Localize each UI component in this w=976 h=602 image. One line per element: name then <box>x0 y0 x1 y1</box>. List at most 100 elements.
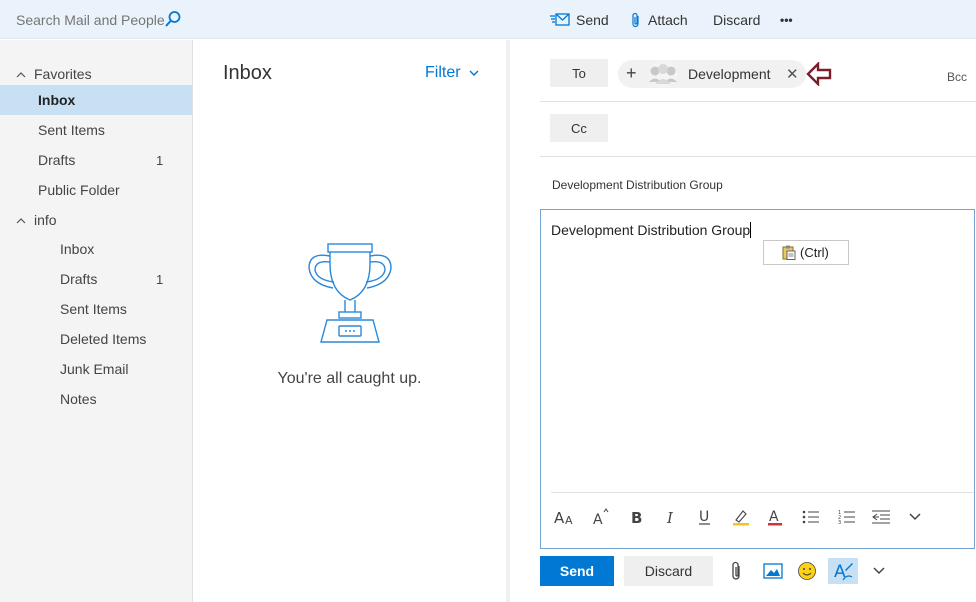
picture-icon[interactable] <box>760 558 786 584</box>
empty-state-message: You're all caught up. <box>277 370 422 387</box>
format-bar-divider <box>551 492 974 493</box>
account-label: info <box>34 212 57 228</box>
nav-item-label: Deleted Items <box>60 331 147 347</box>
nav-item-label: Inbox <box>60 241 95 257</box>
italic-icon[interactable]: I <box>659 506 683 528</box>
nav-account-notes[interactable]: Notes <box>0 384 192 414</box>
more-options-label: ••• <box>780 12 793 27</box>
decrease-indent-icon[interactable] <box>869 506 893 528</box>
nav-favorites-inbox[interactable]: Inbox <box>0 85 192 115</box>
nav-item-label: Sent Items <box>60 301 127 317</box>
font-size-icon[interactable]: AA <box>553 506 577 528</box>
nav-account-deleted-items[interactable]: Deleted Items <box>0 324 192 354</box>
nav-item-label: Sent Items <box>38 122 105 138</box>
font-color-icon[interactable]: A <box>763 506 787 528</box>
list-title: Inbox <box>223 62 272 84</box>
discard-button[interactable]: Discard <box>624 556 713 586</box>
nav-favorites-public-folder[interactable]: Public Folder <box>0 175 192 205</box>
svg-text:A: A <box>593 512 603 526</box>
toolbar-discard-button[interactable]: Discard <box>713 0 760 39</box>
top-command-bar: Search Mail and People Send Attach Disca… <box>0 0 976 39</box>
unread-count: 1 <box>156 271 164 287</box>
paste-options-label: (Ctrl) <box>800 245 829 260</box>
message-list: Inbox Filter You're all caught up. <box>193 40 506 602</box>
toolbar-discard-label: Discard <box>713 11 761 28</box>
unread-count: 1 <box>156 152 164 168</box>
nav-account-inbox[interactable]: Inbox <box>0 234 192 264</box>
svg-text:A: A <box>769 509 779 525</box>
left-arrow-icon <box>806 62 832 86</box>
search-icon[interactable] <box>164 10 182 28</box>
search-box[interactable]: Search Mail and People <box>0 0 193 39</box>
nav-item-label: Inbox <box>38 92 76 108</box>
svg-text:U: U <box>699 509 709 525</box>
chevron-down-icon <box>469 70 479 76</box>
body-content: Development Distribution Group <box>551 222 751 238</box>
cc-label: Cc <box>571 120 587 136</box>
nav-favorites-drafts[interactable]: Drafts 1 <box>0 145 192 175</box>
toolbar-attach-button[interactable]: Attach <box>630 0 688 39</box>
nav-account-drafts[interactable]: Drafts 1 <box>0 264 192 294</box>
nav-account-junk-email[interactable]: Junk Email <box>0 354 192 384</box>
favorites-group-header[interactable]: Favorites <box>16 66 92 82</box>
filter-button[interactable]: Filter <box>425 64 479 82</box>
text-caret <box>750 222 752 238</box>
svg-text:A: A <box>565 514 573 526</box>
cc-button[interactable]: Cc <box>550 114 608 142</box>
send-mail-icon <box>550 12 570 26</box>
to-button[interactable]: To <box>550 59 608 87</box>
expand-group-icon[interactable]: + <box>626 64 637 82</box>
account-group-header[interactable]: info <box>16 212 57 228</box>
emoji-icon[interactable] <box>794 558 820 584</box>
paste-options-button[interactable]: (Ctrl) <box>763 240 849 265</box>
filter-label: Filter <box>425 64 461 81</box>
nav-favorites-sent-items[interactable]: Sent Items <box>0 115 192 145</box>
subject-field[interactable]: Development Distribution Group <box>552 178 723 192</box>
underline-icon[interactable]: U <box>693 506 717 528</box>
folder-pane: Favorites Inbox Sent Items Drafts 1 Publ… <box>0 40 193 602</box>
nav-item-label: Junk Email <box>60 361 129 377</box>
svg-text:A: A <box>554 509 565 526</box>
nav-item-label: Public Folder <box>38 182 120 198</box>
nav-item-label: Notes <box>60 391 97 407</box>
more-options-icon[interactable]: ••• <box>780 0 793 39</box>
paperclip-icon[interactable] <box>724 558 750 584</box>
message-body-text[interactable]: Development Distribution Group <box>551 222 752 238</box>
grow-font-icon[interactable]: A <box>589 506 613 528</box>
group-avatar-icon <box>649 60 677 88</box>
search-input[interactable]: Search Mail and People <box>16 12 165 28</box>
message-body-editor[interactable]: Development Distribution Group (Ctrl) AA… <box>540 209 975 549</box>
clipboard-icon <box>782 245 796 260</box>
nav-item-label: Drafts <box>38 152 76 168</box>
more-options-chevron-icon[interactable] <box>903 506 927 528</box>
remove-recipient-icon[interactable]: ✕ <box>786 65 799 83</box>
toolbar-send-button[interactable]: Send <box>550 0 609 39</box>
bold-icon[interactable]: B <box>625 506 649 528</box>
to-line-divider <box>540 101 976 102</box>
chevron-up-icon[interactable] <box>16 217 26 224</box>
paperclip-icon <box>632 12 639 27</box>
cc-line-divider <box>540 156 976 157</box>
outlook-web-app: Search Mail and People Send Attach Disca… <box>0 0 976 602</box>
toolbar-attach-label: Attach <box>648 11 688 28</box>
numbering-icon[interactable]: 123 <box>835 506 859 528</box>
chevron-down-icon[interactable] <box>866 558 892 584</box>
nav-item-label: Drafts <box>60 271 98 287</box>
nav-account-sent-items[interactable]: Sent Items <box>0 294 192 324</box>
recipient-chip[interactable]: + Development ✕ <box>618 60 806 88</box>
toolbar-send-label: Send <box>576 11 609 28</box>
to-label: To <box>572 65 586 81</box>
bullets-icon[interactable] <box>799 506 823 528</box>
send-button[interactable]: Send <box>540 556 614 586</box>
recipient-name: Development <box>688 66 771 82</box>
format-text-icon[interactable]: A <box>828 558 858 584</box>
bcc-button[interactable]: Bcc <box>947 70 967 84</box>
svg-text:B: B <box>631 509 642 525</box>
compose-pane: To + Development ✕ Bcc Cc Development Di… <box>510 40 976 602</box>
svg-text:3: 3 <box>838 520 841 525</box>
svg-text:I: I <box>666 509 674 525</box>
favorites-label: Favorites <box>34 66 92 82</box>
chevron-up-icon[interactable] <box>16 71 26 78</box>
trophy-icon <box>308 243 392 343</box>
highlight-icon[interactable] <box>729 506 753 528</box>
